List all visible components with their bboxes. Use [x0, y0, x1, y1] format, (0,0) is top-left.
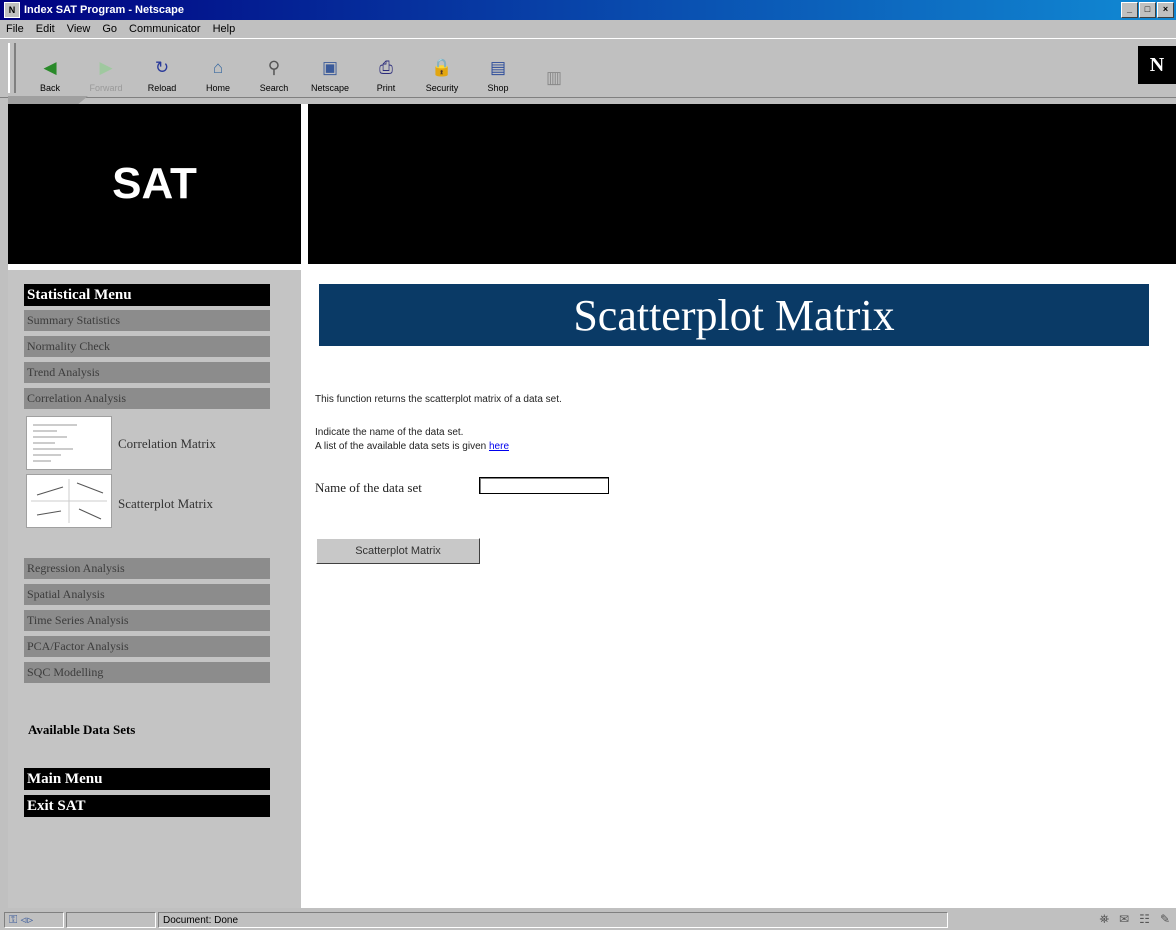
window-controls: _ □ × [1121, 2, 1174, 18]
sidebar-item-normality-check[interactable]: Normality Check [24, 336, 270, 357]
instruction-text: Indicate the name of the data set. [315, 427, 464, 438]
security-button[interactable]: 🔒 Security [414, 45, 470, 97]
search-icon: ⚲ [267, 58, 281, 77]
print-button[interactable]: ⎙ Print [358, 45, 414, 97]
sidebar-item-spatial-analysis[interactable]: Spatial Analysis [24, 584, 270, 605]
toolbar-grip[interactable] [8, 43, 16, 93]
security-lock-icon: 🔒 [431, 58, 453, 77]
forward-arrow-icon: ▶ [99, 58, 113, 77]
toolbar-buttons: ◀ Back ▶ Forward ↻ Reload ⌂ Home ⚲ Search ▣ Netscap… [22, 45, 582, 97]
netscape-app-icon: N [4, 2, 20, 18]
toolbar-button-label: Reload [147, 83, 177, 93]
sidebar-item-correlation-matrix[interactable]: Correlation Matrix [118, 436, 216, 452]
toolbar-button-label: Back [39, 83, 60, 93]
mail-icon[interactable]: ✉ [1119, 912, 1129, 927]
toolbar-button-label: Home [205, 83, 230, 93]
description-text: This function returns the scatterplot ma… [315, 394, 562, 405]
sidebar-item-scatterplot-matrix[interactable]: Scatterplot Matrix [118, 496, 213, 512]
security-status[interactable]: ⚿ ⊲⊳ [4, 912, 64, 928]
menu-bar: File Edit View Go Communicator Help [0, 20, 1176, 38]
toolbar-button-label: Netscape [310, 83, 350, 93]
toolbar-extra-button[interactable]: ▥ [526, 45, 582, 97]
menu-file[interactable]: File [0, 23, 30, 35]
reload-icon: ↻ [154, 58, 170, 77]
navigation-toolbar: ◀ Back ▶ Forward ↻ Reload ⌂ Home ⚲ Search ▣ Netscap… [0, 38, 1176, 98]
sidebar-item-time-series-analysis[interactable]: Time Series Analysis [24, 610, 270, 631]
menu-go[interactable]: Go [96, 23, 123, 35]
back-arrow-icon: ◀ [43, 58, 57, 77]
title-bar: N Index SAT Program - Netscape _ □ × [0, 0, 1176, 20]
data-set-name-label: Name of the data set [315, 480, 422, 495]
toolbar-button-label: Security [425, 83, 459, 93]
toolbar-button-label: Print [376, 83, 396, 93]
sat-logo: SAT [8, 104, 301, 264]
reload-button[interactable]: ↻ Reload [134, 45, 190, 97]
correlation-matrix-thumbnail[interactable] [26, 416, 112, 470]
home-icon: ⌂ [212, 58, 224, 77]
statistical-menu-header[interactable]: Statistical Menu [24, 284, 270, 306]
header-banner [308, 104, 1176, 264]
status-text-segment: Document: Done [158, 912, 948, 928]
scatterplot-matrix-thumbnail[interactable] [26, 474, 112, 528]
exit-sat-button[interactable]: Exit SAT [24, 795, 270, 817]
status-text: Document: Done [163, 914, 239, 926]
main-menu-button[interactable]: Main Menu [24, 768, 270, 790]
component-bar: ⛯ ✉ ☷ ✎ [1100, 912, 1171, 927]
navigator-icon[interactable]: ⛯ [1100, 912, 1110, 927]
menu-communicator[interactable]: Communicator [123, 23, 207, 35]
browser-viewport: SAT Statistical Menu Summary Statistics … [8, 104, 1176, 908]
shop-icon: ▤ [489, 58, 507, 77]
maximize-button[interactable]: □ [1139, 2, 1156, 18]
search-button[interactable]: ⚲ Search [246, 45, 302, 97]
sidebar: Statistical Menu Summary Statistics Norm… [8, 270, 301, 908]
print-icon: ⎙ [379, 58, 393, 77]
stop-icon: ▥ [545, 68, 563, 87]
data-sets-list-prefix: A list of the available data sets is giv… [315, 441, 489, 452]
sidebar-item-regression-analysis[interactable]: Regression Analysis [24, 558, 270, 579]
toolbar-tab[interactable] [8, 96, 88, 104]
here-link[interactable]: here [489, 441, 509, 452]
home-button[interactable]: ⌂ Home [190, 45, 246, 97]
menu-edit[interactable]: Edit [30, 23, 61, 35]
netscape-icon: ▣ [321, 58, 339, 77]
minimize-button[interactable]: _ [1121, 2, 1138, 18]
sidebar-item-summary-statistics[interactable]: Summary Statistics [24, 310, 270, 331]
menu-help[interactable]: Help [207, 23, 242, 35]
netscape-button[interactable]: ▣ Netscape [302, 45, 358, 97]
data-set-name-input[interactable] [479, 477, 609, 494]
menu-view[interactable]: View [61, 23, 97, 35]
security-status-icon: ⚿ ⊲⊳ [9, 913, 34, 926]
correlation-matrix-thumbnail-icon [33, 424, 77, 462]
forward-button[interactable]: ▶ Forward [78, 45, 134, 97]
scatterplot-matrix-thumbnail-icon [31, 479, 107, 523]
available-data-sets-link[interactable]: Available Data Sets [28, 722, 135, 738]
toolbar-button-label: Shop [487, 83, 509, 93]
window-title: Index SAT Program - Netscape [24, 4, 184, 16]
data-sets-list-text: A list of the available data sets is giv… [315, 441, 509, 452]
shop-button[interactable]: ▤ Shop [470, 45, 526, 97]
scatterplot-matrix-button[interactable]: Scatterplot Matrix [316, 538, 480, 564]
sidebar-item-pca-factor-analysis[interactable]: PCA/Factor Analysis [24, 636, 270, 657]
page-title: Scatterplot Matrix [319, 284, 1149, 346]
status-bar: ⚿ ⊲⊳ Document: Done ⛯ ✉ ☷ ✎ [0, 910, 1176, 930]
netscape-logo[interactable]: N [1138, 46, 1176, 84]
sidebar-item-sqc-modelling[interactable]: SQC Modelling [24, 662, 270, 683]
progress-segment [66, 912, 156, 928]
toolbar-button-label: Search [259, 83, 289, 93]
sidebar-item-trend-analysis[interactable]: Trend Analysis [24, 362, 270, 383]
discussion-icon[interactable]: ☷ [1139, 912, 1150, 927]
back-button[interactable]: ◀ Back [22, 45, 78, 97]
sidebar-item-correlation-analysis[interactable]: Correlation Analysis [24, 388, 270, 409]
toolbar-button-label: Forward [89, 83, 123, 93]
netscape-window: N Index SAT Program - Netscape _ □ × Fil… [0, 0, 1176, 930]
close-button[interactable]: × [1157, 2, 1174, 18]
composer-icon[interactable]: ✎ [1160, 912, 1170, 927]
